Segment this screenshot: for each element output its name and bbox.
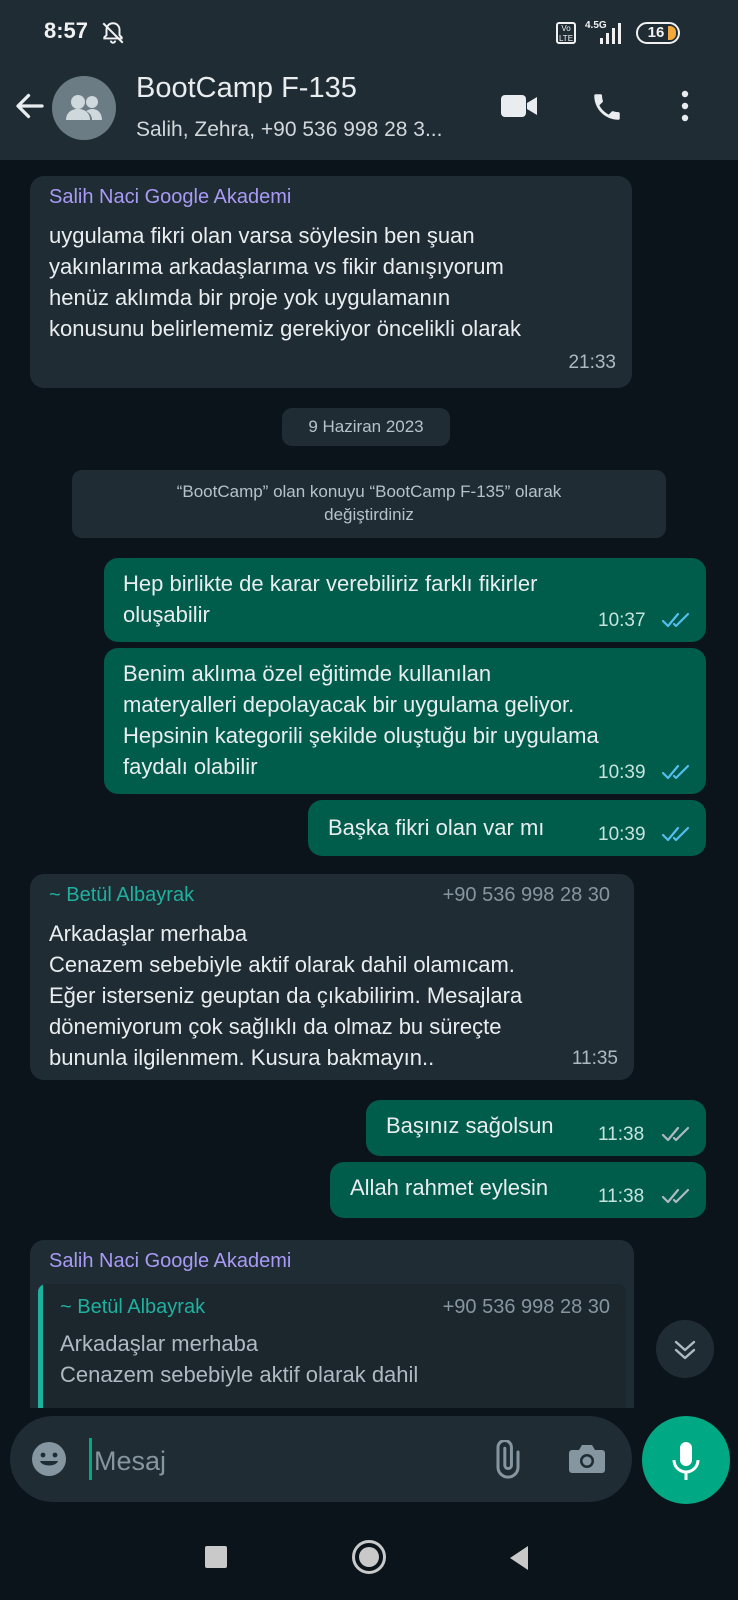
sender-phone: +90 536 998 28 30 — [442, 884, 610, 906]
delivered-ticks-icon — [661, 1188, 690, 1204]
group-icon — [66, 95, 102, 120]
text-caret — [89, 1438, 92, 1480]
message-time: 11:35 — [571, 1048, 618, 1069]
quote-sender-name: ~ Betül Albayrak — [60, 1296, 206, 1318]
video-call-icon[interactable] — [500, 92, 538, 120]
attach-icon[interactable] — [486, 1440, 526, 1480]
sender-name[interactable]: Salih Naci Google Akademi — [49, 186, 291, 209]
message-text: Başka fikri olan var mı — [328, 815, 545, 840]
battery-icon: 16 — [636, 22, 680, 44]
message-text: Arkadaşlar merhaba Cenazem sebebiyle akt… — [49, 921, 523, 1070]
read-ticks-icon — [661, 612, 690, 628]
message-text: Başınız sağolsun — [386, 1113, 554, 1138]
home-button-icon[interactable] — [352, 1540, 386, 1574]
read-ticks-icon — [661, 826, 690, 842]
message-time: 11:38 — [598, 1124, 645, 1145]
message-time: 10:39 — [598, 762, 646, 783]
message-time: 21:33 — [568, 352, 616, 373]
incoming-message[interactable]: ~ Betül Albayrak +90 536 998 28 30 Arkad… — [30, 874, 634, 1080]
camera-icon[interactable] — [568, 1442, 606, 1476]
outgoing-message[interactable]: Başka fikri olan var mı 10:39 — [308, 800, 706, 856]
quoted-message[interactable]: ~ Betül Albayrak +90 536 998 28 30 Arkad… — [38, 1284, 626, 1408]
chat-area[interactable]: Salih Naci Google Akademi uygulama fikri… — [0, 160, 738, 1408]
volte-icon: Vo LTE — [556, 22, 576, 44]
message-text: Allah rahmet eylesin — [350, 1175, 549, 1200]
chat-participants[interactable]: Salih, Zehra, +90 536 998 28 3... — [136, 118, 442, 142]
quote-text: Arkadaşlar merhaba Cenazem sebebiyle akt… — [60, 1331, 419, 1387]
bell-off-icon — [102, 22, 124, 44]
double-chevron-down-icon — [674, 1340, 696, 1360]
chat-title[interactable]: BootCamp F-135 — [136, 72, 357, 105]
quote-bar — [38, 1284, 43, 1408]
outgoing-message[interactable]: Benim aklıma özel eğitimde kullanılan ma… — [104, 648, 706, 794]
sender-name[interactable]: ~ Betül Albayrak — [49, 884, 194, 907]
back-button-icon[interactable] — [508, 1545, 530, 1571]
incoming-message[interactable]: Salih Naci Google Akademi uygulama fikri… — [30, 176, 632, 388]
message-text: uygulama fikri olan varsa söylesin ben ş… — [49, 223, 521, 341]
more-options-icon[interactable] — [678, 88, 692, 124]
outgoing-message[interactable]: Hep birlikte de karar verebiliriz farklı… — [104, 558, 706, 642]
back-arrow-icon[interactable] — [12, 88, 48, 124]
outgoing-message[interactable]: Başınız sağolsun 11:38 — [366, 1100, 706, 1156]
outgoing-message[interactable]: Allah rahmet eylesin 11:38 — [330, 1162, 706, 1218]
read-ticks-icon — [661, 764, 690, 780]
emoji-icon[interactable] — [30, 1440, 68, 1478]
scroll-to-bottom-button[interactable] — [656, 1320, 714, 1378]
recents-button-icon[interactable] — [205, 1546, 227, 1568]
voice-call-icon[interactable] — [590, 90, 624, 124]
battery-level: 16 — [647, 24, 665, 41]
system-message: “BootCamp” olan konuyu “BootCamp F-135” … — [72, 470, 666, 538]
quote-sender-phone: +90 536 998 28 30 — [442, 1296, 610, 1318]
sender-name[interactable]: Salih Naci Google Akademi — [49, 1250, 291, 1273]
group-avatar[interactable] — [52, 76, 116, 140]
date-chip: 9 Haziran 2023 — [282, 408, 450, 446]
status-time: 8:57 — [44, 18, 89, 43]
message-time: 10:37 — [598, 610, 646, 631]
voice-message-button[interactable] — [642, 1416, 730, 1504]
microphone-icon — [672, 1442, 700, 1480]
message-time: 10:39 — [598, 824, 646, 845]
message-time: 11:38 — [598, 1186, 645, 1207]
message-input[interactable]: Mesaj — [94, 1446, 166, 1477]
incoming-message[interactable]: Salih Naci Google Akademi ~ Betül Albayr… — [30, 1240, 634, 1408]
delivered-ticks-icon — [661, 1126, 690, 1142]
signal-icon — [600, 23, 621, 44]
